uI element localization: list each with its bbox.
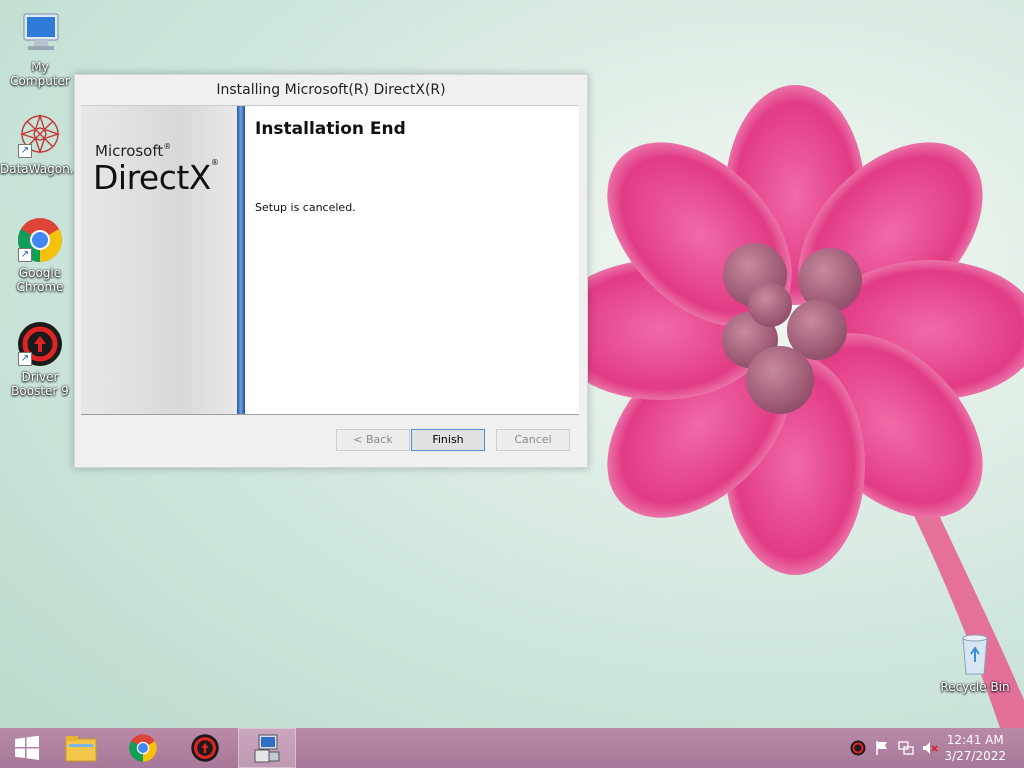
directx-logo-text: DirectX® <box>93 158 219 197</box>
start-icon <box>15 735 39 760</box>
taskbar-driver-booster[interactable] <box>178 728 232 768</box>
dialog-title[interactable]: Installing Microsoft(R) DirectX(R) <box>75 75 587 105</box>
cancel-button[interactable]: Cancel <box>496 429 570 451</box>
shortcut-arrow-icon: ↗ <box>18 352 32 366</box>
taskbar-file-explorer[interactable] <box>54 728 108 768</box>
datawagon-icon: ↗ <box>16 112 64 160</box>
chrome-icon: ↗ <box>16 216 64 264</box>
clock-time: 12:41 AM <box>946 733 1004 747</box>
recycle-bin-icon <box>951 630 999 678</box>
divider <box>81 414 579 415</box>
desktop-icon-label: Recycle Bin <box>940 680 1010 694</box>
dialog-content-area: Microsoft® DirectX® Installation End Set… <box>81 105 579 415</box>
directx-setup-icon <box>254 734 280 763</box>
back-button[interactable]: < Back <box>336 429 410 451</box>
desktop-icon-google-chrome[interactable]: ↗ Google Chrome <box>0 216 80 294</box>
system-clock[interactable]: 12:41 AM 3/27/2022 <box>944 732 1006 764</box>
clock-date: 3/27/2022 <box>944 749 1006 763</box>
computer-icon <box>16 10 64 58</box>
driver-booster-icon: ↗ <box>16 320 64 368</box>
chrome-icon <box>129 734 157 762</box>
taskbar-chrome[interactable] <box>116 728 170 768</box>
shortcut-arrow-icon: ↗ <box>18 144 32 158</box>
shortcut-arrow-icon: ↗ <box>18 248 32 262</box>
desktop-icon-my-computer[interactable]: My Computer <box>0 10 80 88</box>
network-icon[interactable] <box>898 740 914 756</box>
taskbar-directx-setup[interactable] <box>238 728 296 768</box>
page-title: Installation End <box>255 119 406 139</box>
action-center-flag-icon[interactable] <box>874 740 890 756</box>
directx-installer-dialog: Installing Microsoft(R) DirectX(R) Micro… <box>74 74 588 468</box>
finish-button[interactable]: Finish <box>411 429 485 451</box>
desktop-icon-driver-booster[interactable]: ↗ Driver Booster 9 <box>0 320 80 398</box>
driver-booster-icon <box>191 734 219 762</box>
desktop-icon-datawagon[interactable]: ↗ DataWagon... <box>0 112 82 176</box>
branding-panel: Microsoft® DirectX® <box>81 106 243 415</box>
desktop-icon-label: DataWagon... <box>0 162 82 176</box>
branding-stripe <box>237 106 245 415</box>
status-message: Setup is canceled. <box>255 201 356 214</box>
desktop-icon-label: Driver Booster 9 <box>11 370 69 398</box>
file-explorer-icon <box>65 736 97 762</box>
desktop-icon-recycle-bin[interactable]: Recycle Bin <box>935 630 1015 694</box>
driver-booster-tray-icon[interactable] <box>850 740 866 756</box>
desktop-icon-label: Google Chrome <box>16 266 64 294</box>
desktop-icon-label: My Computer <box>10 60 70 88</box>
start-button[interactable] <box>0 728 54 768</box>
taskbar: 12:41 AM 3/27/2022 <box>0 728 1024 768</box>
volume-muted-icon[interactable] <box>922 740 938 756</box>
